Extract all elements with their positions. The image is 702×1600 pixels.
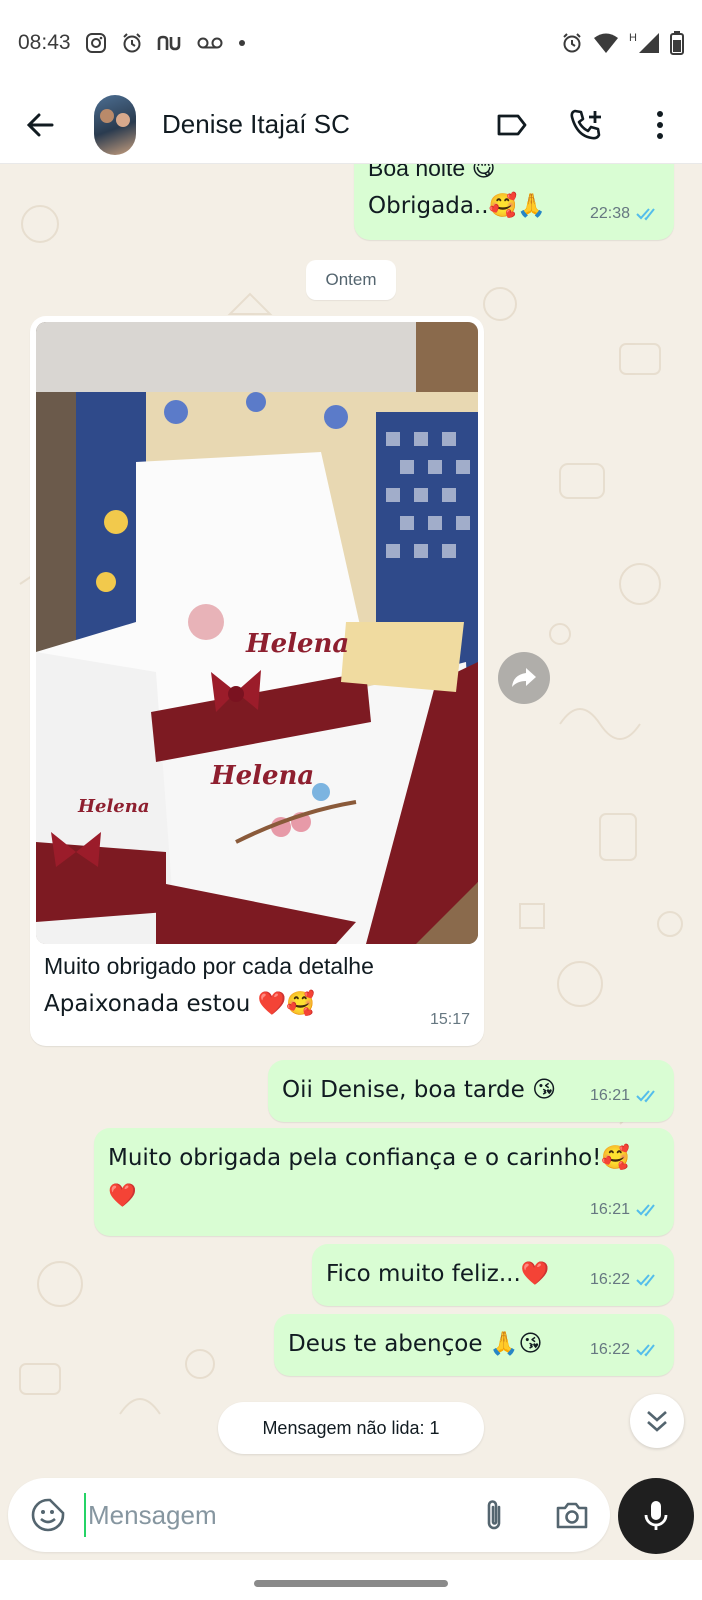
message-bubble-incoming-image[interactable]: Helena Helena Helena Muito obrigado por … <box>30 316 484 1046</box>
unread-messages-badge: Mensagem não lida: 1 <box>218 1402 484 1454</box>
message-text-partial: Boa noite 😋 <box>368 164 496 181</box>
double-chevron-down-icon <box>647 1411 667 1432</box>
read-ticks-icon <box>636 1273 660 1287</box>
message-text-line-1: Muito obrigada pela confiança e o carinh… <box>108 1145 630 1171</box>
battery-icon <box>670 31 684 55</box>
message-time: 16:22 <box>589 1341 630 1358</box>
dot-icon <box>237 38 247 48</box>
message-composer <box>8 1478 610 1552</box>
scroll-to-bottom-button[interactable] <box>630 1394 684 1448</box>
message-time: 16:21 <box>589 1201 630 1218</box>
avatar[interactable] <box>94 94 136 155</box>
system-navigation-bar <box>0 1560 702 1600</box>
alarm-icon <box>561 32 583 54</box>
instagram-icon <box>85 32 107 54</box>
paperclip-icon <box>487 1500 501 1530</box>
forward-button[interactable] <box>498 652 550 704</box>
read-ticks-icon <box>636 1089 660 1103</box>
message-time: 22:38 <box>589 205 630 222</box>
message-bubble-outgoing[interactable]: Muito obrigada pela confiança e o carinh… <box>94 1128 674 1236</box>
alarm-icon <box>121 32 143 54</box>
label-button[interactable] <box>490 103 534 147</box>
contact-name[interactable]: Denise Itajaí SC <box>162 109 350 140</box>
home-gesture-handle[interactable] <box>254 1580 448 1587</box>
read-ticks-icon <box>636 207 660 221</box>
sticker-icon <box>31 1498 65 1532</box>
signal-icon: H <box>629 32 660 54</box>
message-input[interactable] <box>84 1493 472 1537</box>
status-bar: 08:43 H <box>0 0 702 86</box>
message-text: Oii Denise, boa tarde 😘 <box>282 1077 557 1103</box>
message-meta: 16:22 <box>590 1264 660 1296</box>
message-image[interactable]: Helena Helena Helena <box>36 322 478 944</box>
message-bubble-outgoing[interactable]: Fico muito feliz...❤️ 16:22 <box>312 1244 674 1306</box>
read-ticks-icon <box>636 1343 660 1357</box>
message-text-line-2: ❤️ <box>108 1183 137 1209</box>
embroidery-name-1: Helena <box>245 629 349 659</box>
message-meta: 16:21 <box>590 1080 660 1112</box>
wifi-icon <box>593 32 619 54</box>
image-caption-line-2: Apaixonada estou ❤️🥰 <box>44 991 315 1017</box>
add-call-icon <box>570 109 601 139</box>
camera-button[interactable] <box>550 1493 594 1537</box>
message-bubble-outgoing[interactable]: Deus te abençoe 🙏😘 16:22 <box>274 1314 674 1376</box>
message-meta: 22:38 <box>590 198 660 230</box>
more-icon <box>657 110 663 139</box>
embroidered-towels-photo: Helena Helena Helena <box>36 322 478 944</box>
date-separator: Ontem <box>306 260 396 300</box>
microphone-icon <box>644 1501 668 1530</box>
message-meta: 15:17 <box>430 1004 470 1036</box>
message-time: 16:21 <box>589 1087 630 1104</box>
voicemail-icon <box>197 35 223 51</box>
read-ticks-icon <box>636 1203 660 1217</box>
nubank-icon <box>157 34 183 52</box>
more-options-button[interactable] <box>638 103 682 147</box>
message-meta: 16:21 <box>590 1194 660 1226</box>
message-text: Fico muito feliz...❤️ <box>326 1261 550 1287</box>
embroidery-name-3: Helena <box>77 796 150 817</box>
arrow-left-icon <box>26 113 54 136</box>
message-bubble-outgoing[interactable]: Boa noite 😋 Obrigada..🥰🙏 22:38 <box>354 164 674 240</box>
voice-record-button[interactable] <box>618 1478 694 1554</box>
label-icon <box>497 114 527 135</box>
camera-icon <box>556 1502 588 1529</box>
message-bubble-outgoing[interactable]: Oii Denise, boa tarde 😘 16:21 <box>268 1060 674 1122</box>
add-call-button[interactable] <box>564 103 608 147</box>
message-text: Deus te abençoe 🙏😘 <box>288 1331 543 1357</box>
message-time: 15:17 <box>429 1011 470 1028</box>
chat-header: Denise Itajaí SC <box>0 86 702 164</box>
sticker-button[interactable] <box>26 1493 70 1537</box>
image-caption-line-1: Muito obrigado por cada detalhe <box>44 953 374 979</box>
attach-button[interactable] <box>472 1493 516 1537</box>
network-type: H <box>629 32 637 44</box>
message-text: Obrigada..🥰🙏 <box>368 193 546 219</box>
forward-icon <box>512 668 536 687</box>
status-time: 08:43 <box>18 31 71 54</box>
embroidery-name-2: Helena <box>210 761 314 791</box>
message-time: 16:22 <box>589 1271 630 1288</box>
chat-area[interactable]: Boa noite 😋 Obrigada..🥰🙏 22:38 Ontem Hel… <box>0 164 702 1474</box>
message-meta: 16:22 <box>590 1334 660 1366</box>
back-button[interactable] <box>20 105 60 145</box>
